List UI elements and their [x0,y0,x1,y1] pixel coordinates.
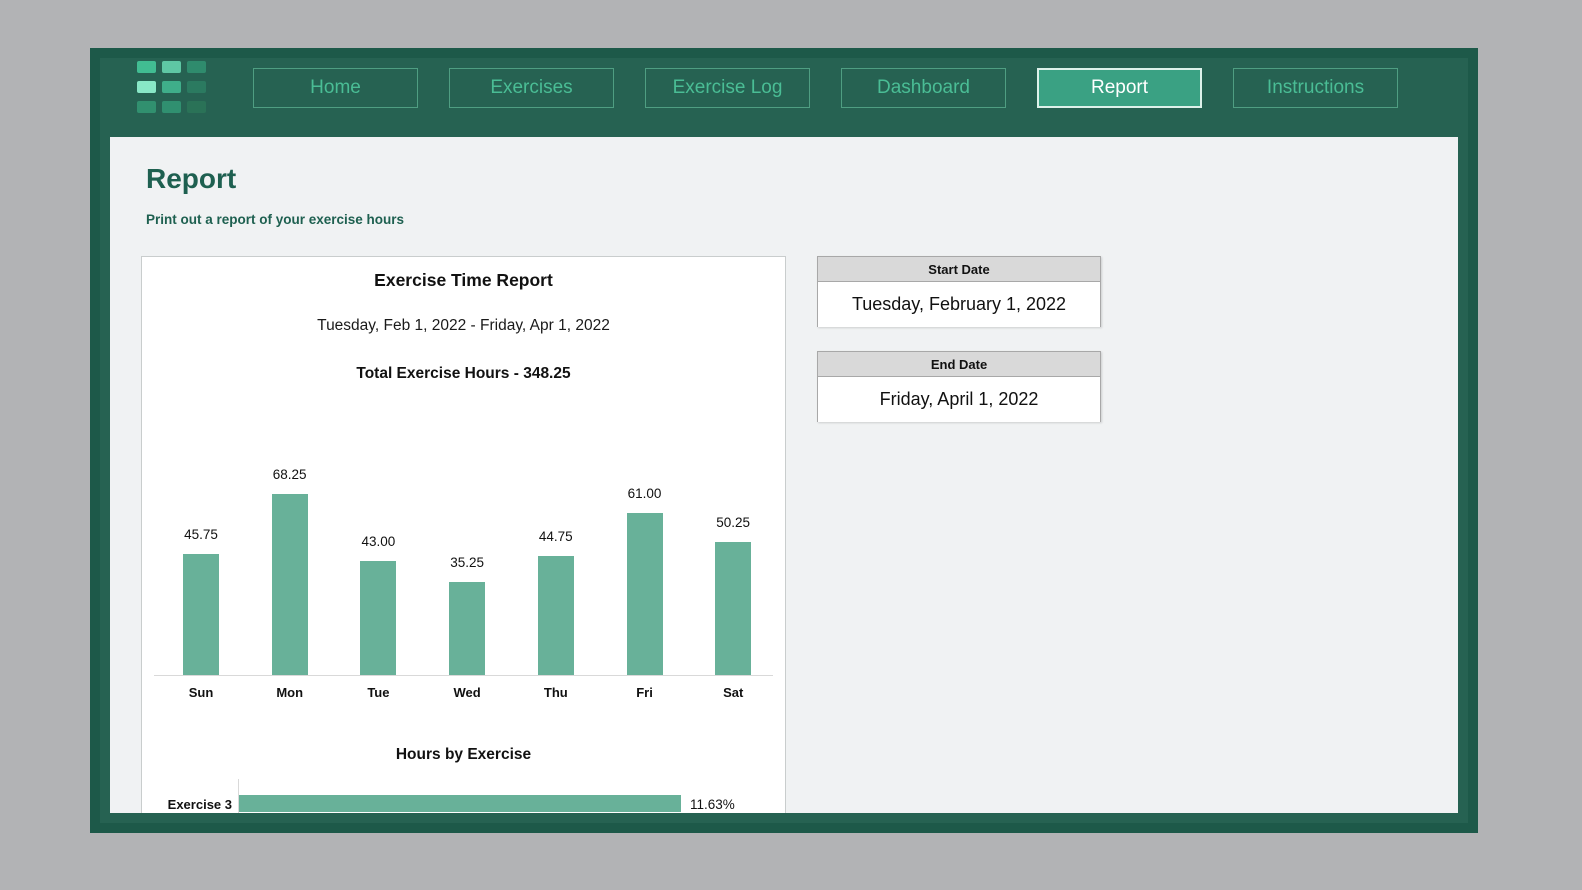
page-subtitle: Print out a report of your exercise hour… [146,212,404,227]
nav-buttons: Home Exercises Exercise Log Dashboard Report… [253,68,1398,108]
nav-button-instructions[interactable]: Instructions [1233,68,1398,108]
hbar-category-label: Exercise 3 [148,797,232,812]
end-date-value[interactable]: Friday, April 1, 2022 [818,377,1100,422]
navbar: Home Exercises Exercise Log Dashboard Report… [100,58,1468,127]
end-date-panel: End Date Friday, April 1, 2022 [817,351,1101,422]
exercise-report-chart: Exercise Time Report Tuesday, Feb 1, 202… [141,256,786,813]
start-date-panel: Start Date Tuesday, February 1, 2022 [817,256,1101,327]
start-date-header: Start Date [818,257,1100,282]
hbar-value-label: 11.63% [690,797,735,812]
app-window: Home Exercises Exercise Log Dashboard Report… [90,48,1478,833]
start-date-value[interactable]: Tuesday, February 1, 2022 [818,282,1100,327]
nav-button-home[interactable]: Home [253,68,418,108]
nav-button-dashboard[interactable]: Dashboard [841,68,1006,108]
nav-button-report[interactable]: Report [1037,68,1202,108]
page-title: Report [146,163,236,195]
hours-by-exercise-plot: Exercise 3 11.63% [142,257,785,813]
nav-button-exercises[interactable]: Exercises [449,68,614,108]
app-logo-grid-icon [137,61,206,113]
nav-button-exercise-log[interactable]: Exercise Log [645,68,810,108]
report-page: Report Print out a report of your exerci… [110,137,1458,813]
hbar-exercise-3 [239,795,681,812]
end-date-header: End Date [818,352,1100,377]
